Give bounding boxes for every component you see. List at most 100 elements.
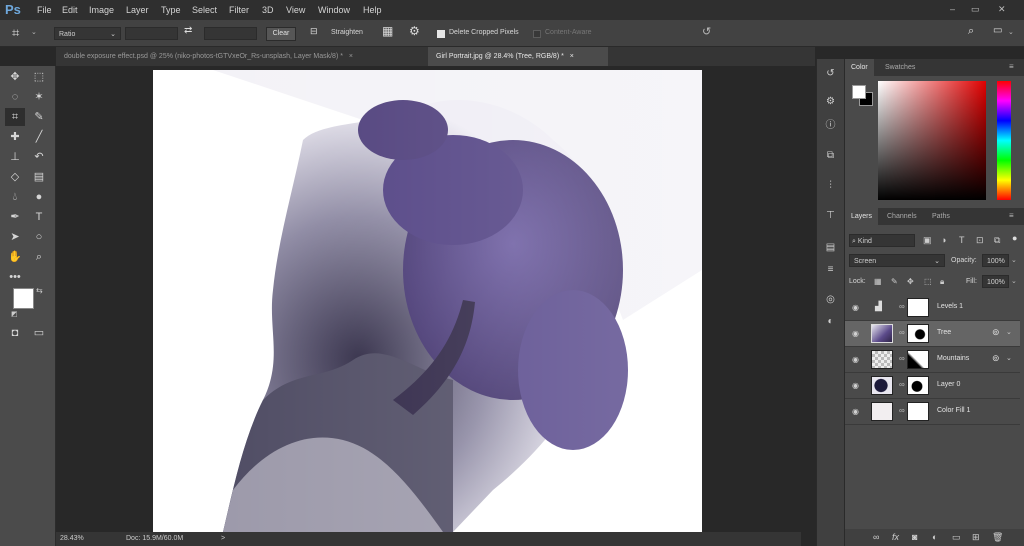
color-field[interactable] — [878, 81, 986, 200]
clone-source-icon[interactable]: ⧉ — [822, 149, 839, 163]
layer-name[interactable]: Mountains — [937, 355, 969, 362]
trash-icon[interactable]: 🗑︎ — [992, 532, 1003, 543]
menu-3d[interactable]: 3D — [262, 5, 274, 15]
tab-paths[interactable]: Paths — [926, 208, 956, 225]
history-icon[interactable]: ↺ — [822, 67, 839, 81]
menu-window[interactable]: Window — [318, 5, 350, 15]
close-icon[interactable]: × — [349, 53, 353, 60]
layer-name[interactable]: Color Fill 1 — [937, 407, 970, 414]
healing-brush-icon[interactable]: ✚ — [5, 128, 25, 146]
visibility-eye-icon[interactable]: ◉ — [852, 381, 859, 390]
lock-pixels-icon[interactable]: ✎ — [891, 277, 898, 286]
minimize-button[interactable]: – — [950, 4, 955, 14]
eraser-icon[interactable]: ◇ — [5, 168, 25, 186]
layer-mask-thumbnail[interactable] — [907, 324, 929, 343]
visibility-eye-icon[interactable]: ◉ — [852, 407, 859, 416]
layer-thumbnail[interactable] — [871, 324, 893, 343]
document-canvas[interactable] — [153, 70, 702, 532]
filter-toggle-icon[interactable]: ● — [1012, 233, 1017, 243]
tab-swatches[interactable]: Swatches — [879, 59, 921, 76]
path-select-icon[interactable]: ➤ — [5, 228, 25, 246]
menu-image[interactable]: Image — [89, 5, 114, 15]
layer-thumbnail[interactable] — [871, 376, 893, 395]
clone-stamp-icon[interactable]: ⊥ — [5, 148, 25, 166]
lock-transparent-icon[interactable]: ▦ — [874, 277, 882, 286]
opacity-field[interactable]: 100% — [982, 254, 1009, 267]
gear-icon[interactable]: ⚙ — [409, 24, 420, 38]
layer-thumbnail[interactable] — [871, 350, 893, 369]
delete-cropped-checkbox[interactable] — [437, 30, 445, 38]
close-window-button[interactable]: ✕ — [998, 4, 1006, 15]
layer-name[interactable]: Tree — [937, 329, 951, 336]
chevron-down-icon[interactable]: ⌄ — [1006, 354, 1012, 362]
menu-edit[interactable]: Edit — [62, 5, 78, 15]
width-field[interactable] — [125, 27, 178, 40]
close-icon[interactable]: × — [570, 53, 574, 60]
paragraph-icon[interactable]: ≡ — [822, 263, 839, 277]
swap-icon[interactable]: ⇄ — [184, 25, 192, 36]
menu-file[interactable]: File — [37, 5, 52, 15]
crop-tool-icon[interactable]: ⌗ — [12, 25, 19, 41]
hue-slider[interactable] — [997, 81, 1011, 200]
layer-mask-thumbnail[interactable] — [907, 402, 929, 421]
layer-row-layer-0[interactable]: ◉ ∞ Layer 0 — [845, 373, 1020, 399]
blur-tool-icon[interactable]: 💧︎ — [5, 188, 25, 206]
tab-layers[interactable]: Layers — [845, 208, 879, 225]
lasso-tool-icon[interactable]: ◌ — [5, 88, 25, 106]
blend-mode-select[interactable]: Screen ⌄ — [849, 254, 945, 267]
straighten-icon[interactable]: ⊟ — [310, 26, 318, 37]
menu-select[interactable]: Select — [192, 5, 217, 15]
layer-name[interactable]: Layer 0 — [937, 381, 960, 388]
tab-color[interactable]: Color — [845, 59, 874, 76]
menu-view[interactable]: View — [286, 5, 305, 15]
color-foreground-swatch[interactable] — [852, 85, 866, 99]
link-icon[interactable]: ∞ — [899, 406, 905, 415]
panel-menu-icon[interactable]: ≡ — [1009, 211, 1014, 220]
quick-mask-icon[interactable]: ◘ — [5, 324, 25, 342]
adjustments-icon[interactable]: ◐ — [822, 315, 839, 329]
menu-help[interactable]: Help — [363, 5, 382, 15]
screen-mode-icon[interactable]: ▭ — [29, 324, 49, 342]
layer-row-levels-1[interactable]: ◉ ▟ ∞ Levels 1 — [845, 295, 1020, 321]
adjustment-layer-icon[interactable]: ◐ — [932, 532, 937, 542]
visibility-eye-icon[interactable]: ◉ — [852, 329, 859, 338]
layer-name[interactable]: Levels 1 — [937, 303, 963, 310]
gradient-tool-icon[interactable]: ▤ — [29, 168, 49, 186]
lock-all-icon[interactable]: 🔒︎ — [940, 277, 944, 287]
straighten-button[interactable]: Straighten — [331, 29, 363, 36]
more-tools-icon[interactable]: ••• — [5, 268, 25, 286]
filter-adjustment-icon[interactable]: ◑ — [941, 235, 946, 245]
layer-mask-thumbnail[interactable] — [907, 298, 929, 317]
libraries-icon[interactable]: ◎ — [822, 293, 839, 307]
reset-icon[interactable]: ↺ — [702, 25, 711, 38]
height-field[interactable] — [204, 27, 257, 40]
crop-tool-icon[interactable]: ⌗ — [5, 108, 25, 126]
swap-colors-icon[interactable]: ⇆ — [36, 286, 43, 295]
default-colors-icon[interactable]: ◩ — [11, 310, 18, 318]
folder-icon[interactable]: ▭ — [952, 532, 961, 543]
status-menu-arrow[interactable]: > — [221, 535, 225, 542]
clear-button[interactable]: Clear — [266, 27, 296, 41]
pen-tool-icon[interactable]: ✒ — [5, 208, 25, 226]
menu-layer[interactable]: Layer — [126, 5, 149, 15]
history-brush-icon[interactable]: ↶ — [29, 148, 49, 166]
tab-double-exposure[interactable]: double exposure effect.psd @ 25% (niko-p… — [56, 47, 426, 66]
info-icon[interactable]: ⓘ — [822, 119, 839, 133]
workspace-icon[interactable]: ▭ — [993, 25, 1002, 36]
content-aware-checkbox[interactable] — [533, 30, 541, 38]
link-icon[interactable]: ∞ — [899, 380, 905, 389]
actions-icon[interactable]: ⫶ — [822, 179, 839, 193]
filter-smart-icon[interactable]: ⧉ — [994, 235, 1000, 246]
panel-menu-icon[interactable]: ≡ — [1009, 62, 1014, 71]
marquee-tool-icon[interactable]: ⬚ — [29, 68, 49, 86]
brush-settings-icon[interactable]: ⚙ — [822, 95, 839, 109]
link-layers-icon[interactable]: ∞ — [873, 532, 879, 542]
fx-icon[interactable]: fx — [892, 532, 899, 542]
chevron-down-icon[interactable]: ⌄ — [1008, 28, 1014, 36]
grid-overlay-icon[interactable]: ▦ — [382, 24, 393, 38]
filter-image-icon[interactable]: ▣ — [923, 235, 932, 246]
dodge-tool-icon[interactable]: ● — [29, 188, 49, 206]
eyedropper-icon[interactable]: ✎ — [29, 108, 49, 126]
chevron-down-icon[interactable]: ⌄ — [1006, 328, 1012, 336]
link-icon[interactable]: ∞ — [899, 302, 905, 311]
